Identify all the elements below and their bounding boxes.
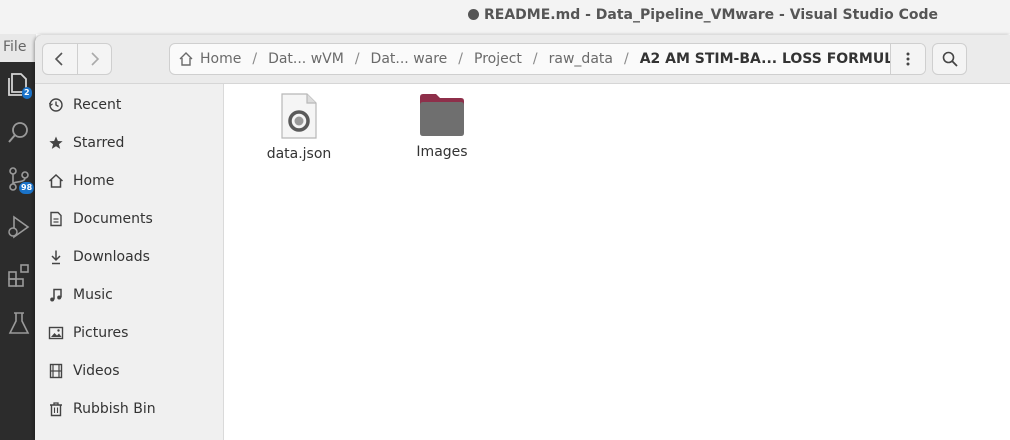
extensions-icon[interactable] xyxy=(6,262,32,288)
breadcrumb-item[interactable]: Dat... ware xyxy=(371,51,448,67)
breadcrumb-separator: / xyxy=(458,51,464,67)
sidebar-item-pictures[interactable]: Pictures xyxy=(35,315,223,351)
breadcrumb-current[interactable]: A2 AM STIM-BA... LOSS FORMULA xyxy=(640,51,904,67)
sidebar-item-documents[interactable]: Documents xyxy=(35,201,223,237)
folder-name: Images xyxy=(416,144,468,160)
trash-icon xyxy=(48,401,64,417)
sidebar-item-label: Rubbish Bin xyxy=(73,401,156,417)
sidebar-item-label: Recent xyxy=(73,97,122,113)
sidebar-item-videos[interactable]: Videos xyxy=(35,353,223,389)
menu-file[interactable]: File xyxy=(3,39,26,55)
sidebar-item-label: Videos xyxy=(73,363,120,379)
vscode-activity-bar: 2 98 xyxy=(0,62,36,440)
sidebar-item-label: Pictures xyxy=(73,325,129,341)
kebab-menu-icon xyxy=(906,52,910,66)
breadcrumb-separator: / xyxy=(252,51,258,67)
picture-icon xyxy=(48,325,64,341)
run-debug-icon[interactable] xyxy=(6,214,32,240)
breadcrumb-item[interactable]: raw_data xyxy=(549,51,613,67)
sidebar-item-label: Home xyxy=(73,173,115,189)
file-name: data.json xyxy=(266,146,332,162)
video-icon xyxy=(48,363,64,379)
sidebar-item-label: Starred xyxy=(73,135,125,151)
chevron-right-icon xyxy=(91,52,100,66)
folder-item-images[interactable]: Images xyxy=(387,92,497,160)
sidebar-item-recent[interactable]: Recent xyxy=(35,87,223,123)
document-icon xyxy=(48,211,64,227)
sidebar-item-starred[interactable]: Starred xyxy=(35,125,223,161)
breadcrumb: Home / Dat... wVM / Dat... ware / Projec… xyxy=(169,43,926,75)
sidebar-item-home[interactable]: Home xyxy=(35,163,223,199)
file-item-data-json[interactable]: data.json xyxy=(244,92,354,162)
vscode-titlebar: README.md - Data_Pipeline_VMware - Visua… xyxy=(0,0,1010,34)
chevron-left-icon xyxy=(54,52,63,66)
sidebar-item-label: Downloads xyxy=(73,249,150,265)
breadcrumb-separator: / xyxy=(354,51,360,67)
unsaved-dot-icon xyxy=(468,9,479,20)
vscode-window-title: README.md - Data_Pipeline_VMware - Visua… xyxy=(468,7,938,23)
json-file-icon xyxy=(281,93,317,139)
search-icon xyxy=(942,51,958,67)
home-icon xyxy=(48,173,64,189)
folder-icon xyxy=(420,94,464,136)
breadcrumb-separator: / xyxy=(532,51,538,67)
clock-icon xyxy=(48,97,64,113)
vscode-menubar: File xyxy=(0,34,36,62)
music-icon xyxy=(48,287,64,303)
file-grid: data.json Images xyxy=(224,84,1010,440)
star-icon xyxy=(48,135,64,151)
navigation-buttons xyxy=(42,43,112,75)
source-control-icon[interactable]: 98 xyxy=(6,166,35,194)
sidebar-item-label: Music xyxy=(73,287,113,303)
places-sidebar: Recent Starred Home Documents Downloads … xyxy=(35,84,224,440)
back-button[interactable] xyxy=(43,44,77,74)
sidebar-item-downloads[interactable]: Downloads xyxy=(35,239,223,275)
breadcrumb-item[interactable]: Dat... wVM xyxy=(268,51,344,67)
file-manager-window: Home / Dat... wVM / Dat... ware / Projec… xyxy=(35,35,1010,440)
breadcrumb-separator: / xyxy=(623,51,629,67)
breadcrumb-home[interactable]: Home xyxy=(170,51,241,67)
breadcrumb-item[interactable]: Project xyxy=(474,51,522,67)
search-button[interactable] xyxy=(932,43,967,75)
sidebar-item-rubbish-bin[interactable]: Rubbish Bin xyxy=(35,391,223,427)
testing-flask-icon[interactable] xyxy=(6,310,32,336)
search-activity-icon[interactable] xyxy=(6,119,32,145)
explorer-icon[interactable]: 2 xyxy=(6,71,32,99)
source-control-badge: 98 xyxy=(19,182,35,194)
forward-button[interactable] xyxy=(76,44,112,74)
sidebar-item-music[interactable]: Music xyxy=(35,277,223,313)
download-icon xyxy=(48,249,64,265)
file-manager-header: Home / Dat... wVM / Dat... ware / Projec… xyxy=(35,35,1010,84)
path-menu-button[interactable] xyxy=(890,44,925,74)
sidebar-item-label: Documents xyxy=(73,211,153,227)
home-icon xyxy=(179,52,193,66)
explorer-badge: 2 xyxy=(22,87,32,99)
